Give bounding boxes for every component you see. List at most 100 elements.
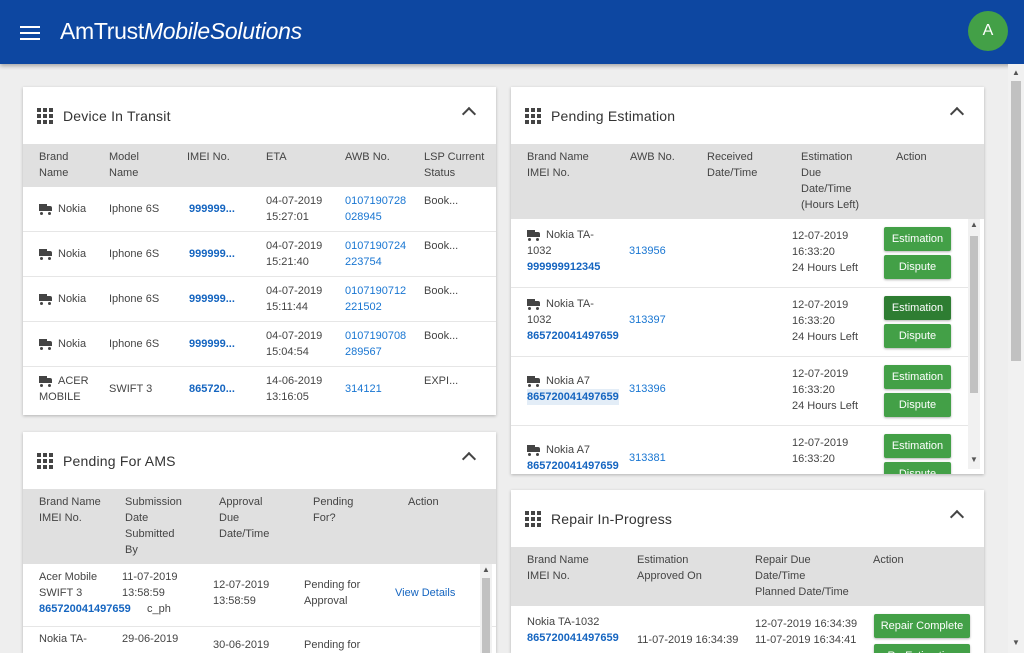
column-header: IMEI No. — [187, 151, 230, 163]
repair-in-progress-card: Repair In-Progress Brand Name IMEI No. E… — [511, 490, 984, 653]
scrollbar-thumb[interactable] — [482, 578, 490, 653]
awb-link[interactable]: 313381 — [629, 450, 666, 466]
imei-link[interactable]: 865720041497659 — [527, 630, 619, 646]
awb-link[interactable]: 0107190712 — [345, 283, 406, 299]
column-header: Estimation — [801, 151, 853, 163]
table-row[interactable]: Nokia TA- 29-06-2019 30-06-2019 Pending … — [23, 627, 496, 653]
grid-icon — [525, 107, 541, 124]
table-row[interactable]: Nokia TA-1032 865720041497659 11-07-2019… — [511, 606, 984, 653]
collapse-icon[interactable] — [461, 106, 477, 122]
imei-link[interactable]: 999999... — [189, 291, 235, 307]
column-header: Approved On — [637, 570, 702, 582]
model-name: Iphone 6S — [109, 293, 160, 305]
column-header: Planned Date/Time — [755, 586, 849, 598]
awb-link[interactable]: 0107190728 — [345, 193, 406, 209]
due-time: 16:33:20 — [792, 246, 835, 258]
awb-link[interactable]: 0107190708 — [345, 328, 406, 344]
dispute-button[interactable]: Dispute — [884, 324, 951, 348]
dispute-button[interactable]: Dispute — [884, 393, 951, 417]
imei-link[interactable]: 865720041497659 — [39, 601, 131, 617]
pending-for-ams-card: Pending For AMS Brand Name IMEI No. Subm… — [23, 432, 496, 653]
view-details-link[interactable]: View Details — [395, 585, 455, 601]
imei-link[interactable]: 865720041497659 — [527, 389, 619, 405]
scroll-down-icon[interactable]: ▼ — [968, 455, 980, 464]
imei-link[interactable]: 865720041497659 — [527, 328, 619, 344]
submission-time: 13:58:59 — [122, 587, 165, 599]
table-row[interactable]: Acer Mobile SWIFT 3 865720041497659 11-0… — [23, 564, 496, 627]
table-scrollbar[interactable]: ▲ ▼ — [968, 219, 980, 469]
table-row[interactable]: Nokia Iphone 6S 999999... 04-07-2019 15:… — [23, 277, 496, 322]
table-row[interactable]: Nokia Iphone 6S 999999... 04-07-2019 15:… — [23, 187, 496, 232]
estimation-button[interactable]: Estimation — [884, 365, 951, 389]
scroll-up-icon[interactable]: ▲ — [480, 565, 492, 574]
scrollbar-thumb[interactable] — [970, 236, 978, 393]
column-header: IMEI No. — [527, 167, 570, 179]
awb-link[interactable]: 313956 — [629, 243, 666, 259]
scroll-up-icon[interactable]: ▲ — [1008, 68, 1024, 77]
column-header: (Hours Left) — [801, 199, 860, 211]
collapse-icon[interactable] — [461, 451, 477, 467]
table-row[interactable]: Nokia Iphone 6S 999999... 04-07-2019 15:… — [23, 322, 496, 367]
awb-link[interactable]: 221502 — [345, 299, 382, 315]
collapse-icon[interactable] — [949, 509, 965, 525]
lsp-status: Book... — [424, 240, 459, 252]
column-header: LSP Current Status — [424, 151, 485, 179]
table-row[interactable]: Nokia Iphone 6S 999999... 04-07-2019 15:… — [23, 232, 496, 277]
truck-icon — [527, 299, 540, 310]
imei-link[interactable]: 999999... — [189, 246, 235, 262]
estimation-button[interactable]: Estimation — [884, 296, 951, 320]
truck-icon — [39, 249, 52, 260]
table-header: Brand Name Model Name IMEI No. ETA AWB N… — [23, 144, 496, 187]
imei-link[interactable]: 999999... — [189, 336, 235, 352]
menu-icon[interactable] — [20, 26, 40, 40]
brand-name: Nokia A7 — [546, 444, 591, 456]
brand-name: Nokia TA- — [546, 298, 594, 310]
awb-link[interactable]: 314121 — [345, 381, 382, 397]
column-header: Repair Due — [755, 554, 811, 566]
awb-link[interactable]: 313397 — [629, 312, 666, 328]
scrollbar-thumb[interactable] — [1011, 81, 1021, 361]
imei-link[interactable]: 999999... — [189, 201, 235, 217]
table-row[interactable]: Nokia A7 865720041497659 313396 12-07-20… — [511, 357, 968, 426]
card-title: Repair In-Progress — [551, 510, 673, 527]
estimation-button[interactable]: Estimation — [884, 434, 951, 458]
column-header: Due — [219, 512, 240, 524]
imei-link[interactable]: 865720041497659 — [527, 458, 619, 474]
estimation-button[interactable]: Estimation — [884, 227, 951, 251]
device-in-transit-card: Device In Transit Brand Name Model Name … — [23, 87, 496, 415]
due-date: 12-07-2019 — [792, 299, 849, 311]
page-scrollbar[interactable]: ▲ ▼ — [1008, 64, 1024, 653]
table-row[interactable]: Nokia TA- 1032 865720041497659 313397 12… — [511, 288, 968, 357]
repair-complete-button[interactable]: Repair Complete — [874, 614, 970, 638]
scroll-down-icon[interactable]: ▼ — [1008, 638, 1024, 647]
re-estimation-button[interactable]: Re-Estimation — [874, 644, 970, 653]
awb-link[interactable]: 0107190724 — [345, 238, 406, 254]
imei-link[interactable]: 865720... — [189, 381, 235, 397]
grid-icon — [37, 107, 53, 124]
grid-icon — [37, 452, 53, 469]
pending-for: Approval — [304, 595, 348, 607]
awb-link[interactable]: 028945 — [345, 209, 382, 225]
approved-on: 11-07-2019 16:34:39 — [637, 634, 739, 646]
table-row[interactable]: ACER MOBILE SWIFT 3 865720... 14-06-2019… — [23, 367, 496, 412]
awb-link[interactable]: 223754 — [345, 254, 382, 270]
table-row[interactable]: Nokia TA- 1032 999999912345 313956 12-07… — [511, 219, 968, 288]
table-header: Brand Name IMEI No. Estimation Approved … — [511, 547, 984, 606]
dispute-button[interactable]: Dispute — [884, 255, 951, 279]
due-time: 16:33:20 — [792, 453, 835, 465]
repair-due: 12-07-2019 16:34:39 — [755, 618, 858, 630]
awb-link[interactable]: 313396 — [629, 381, 666, 397]
imei-link[interactable]: 999999912345 — [527, 259, 600, 275]
table-row[interactable]: Nokia A7 865720041497659 313381 12-07-20… — [511, 426, 968, 474]
collapse-icon[interactable] — [949, 106, 965, 122]
column-header: Action — [873, 554, 904, 566]
table-scrollbar[interactable]: ▲ — [480, 564, 492, 653]
scroll-up-icon[interactable]: ▲ — [968, 220, 980, 229]
avatar[interactable]: A — [968, 11, 1008, 51]
brand-logo: AmTrustMobileSolutions — [60, 18, 302, 44]
awb-link[interactable]: 289567 — [345, 344, 382, 360]
eta-time: 15:04:54 — [266, 346, 309, 358]
pending-estimation-card: Pending Estimation Brand Name IMEI No. A… — [511, 87, 984, 474]
dispute-button[interactable]: Dispute — [884, 462, 951, 474]
column-header: IMEI No. — [39, 512, 82, 524]
